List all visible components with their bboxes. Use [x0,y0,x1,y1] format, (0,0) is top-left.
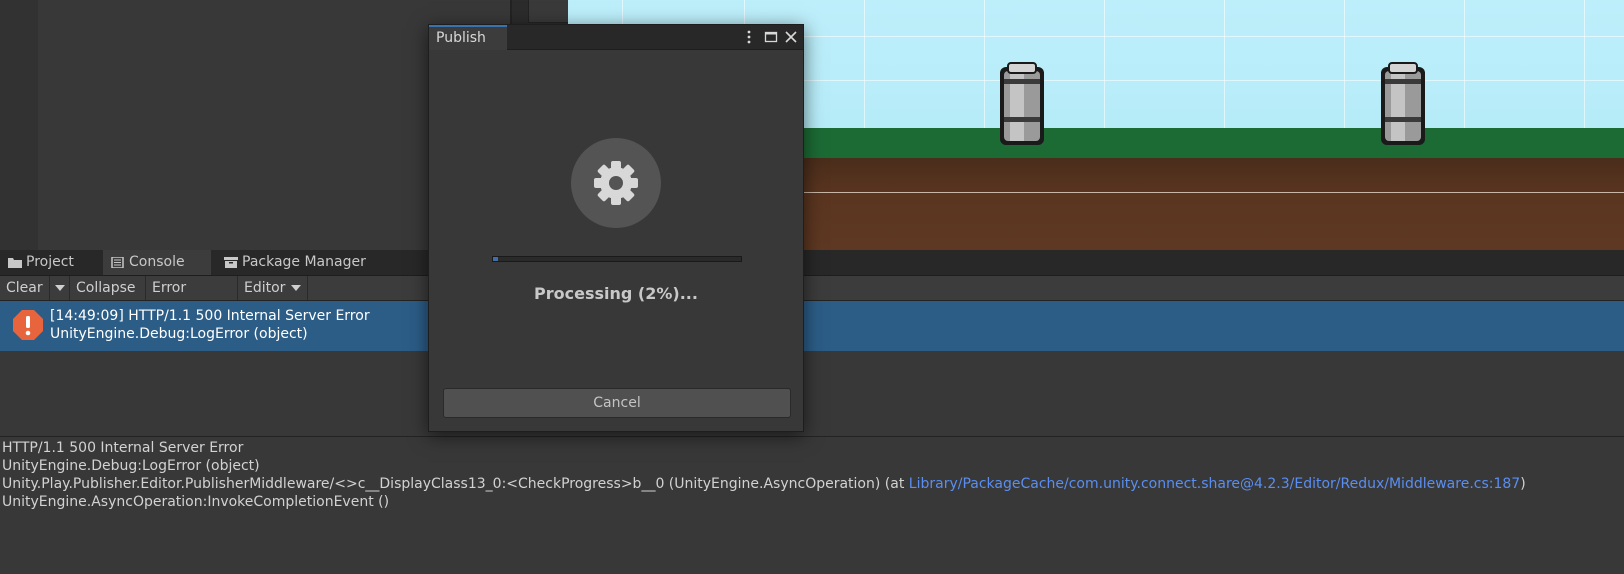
clear-options-dropdown[interactable] [50,276,70,300]
tab-label: Package Manager [242,254,366,270]
log-entry-stacktrace: UnityEngine.Debug:LogError (object) [50,326,308,342]
source-file-link[interactable]: Library/PackageCache/com.unity.connect.s… [909,476,1520,492]
chevron-down-icon [291,285,301,291]
detail-line: UnityEngine.Debug:LogError (object) [2,458,260,474]
barrel-sprite[interactable] [1373,61,1433,149]
editor-dropdown[interactable]: Editor [238,276,308,300]
log-entry-row[interactable]: [14:49:09] HTTP/1.1 500 Internal Server … [0,301,1624,351]
close-icon[interactable] [783,29,799,45]
more-options-icon[interactable] [741,29,757,45]
folder-icon [8,258,22,268]
tab-package-manager[interactable]: Package Manager [216,250,386,275]
barrel-sprite[interactable] [992,61,1052,149]
progress-fill [493,257,498,261]
gear-badge [571,138,661,228]
detail-text: Unity.Play.Publisher.Editor.PublisherMid… [2,476,909,492]
log-detail-panel: HTTP/1.1 500 Internal Server Error Unity… [0,437,1624,574]
detail-text: ) [1520,476,1526,492]
package-icon [224,257,238,268]
tab-label: Console [129,254,185,270]
log-entry-message: [14:49:09] HTTP/1.1 500 Internal Server … [50,308,370,324]
dialog-title: Publish [436,30,486,46]
collapse-button[interactable]: Collapse [70,276,146,300]
bottom-tab-bar: Project Console Package Manager [0,250,1624,276]
clear-button[interactable]: Clear [0,276,50,300]
processing-status: Processing (2%)... [534,284,698,303]
scene-tool-button[interactable] [528,0,570,23]
publish-dialog: Publish Processing (2%)... Cancel [428,24,804,432]
log-list [0,351,1624,436]
error-icon [13,310,43,340]
hierarchy-indent-strip [0,0,38,250]
chevron-down-icon [55,285,65,291]
tab-project[interactable]: Project [0,250,102,275]
cancel-button[interactable]: Cancel [443,388,791,418]
gear-icon [594,161,638,205]
editor-dropdown-label: Editor [244,280,286,296]
detail-line: HTTP/1.1 500 Internal Server Error [2,440,244,456]
progress-bar [492,256,742,262]
tab-console[interactable]: Console [103,250,211,275]
dialog-tab[interactable]: Publish [429,25,507,50]
detail-line: Unity.Play.Publisher.Editor.PublisherMid… [2,475,1526,493]
console-toolbar: Clear Collapse Error Pause Editor [0,276,1624,320]
maximize-icon[interactable] [763,29,779,45]
error-pause-button[interactable]: Error Pause [146,276,238,320]
console-icon [111,257,124,268]
tab-label: Project [26,254,74,270]
detail-line: UnityEngine.AsyncOperation:InvokeComplet… [2,494,390,510]
